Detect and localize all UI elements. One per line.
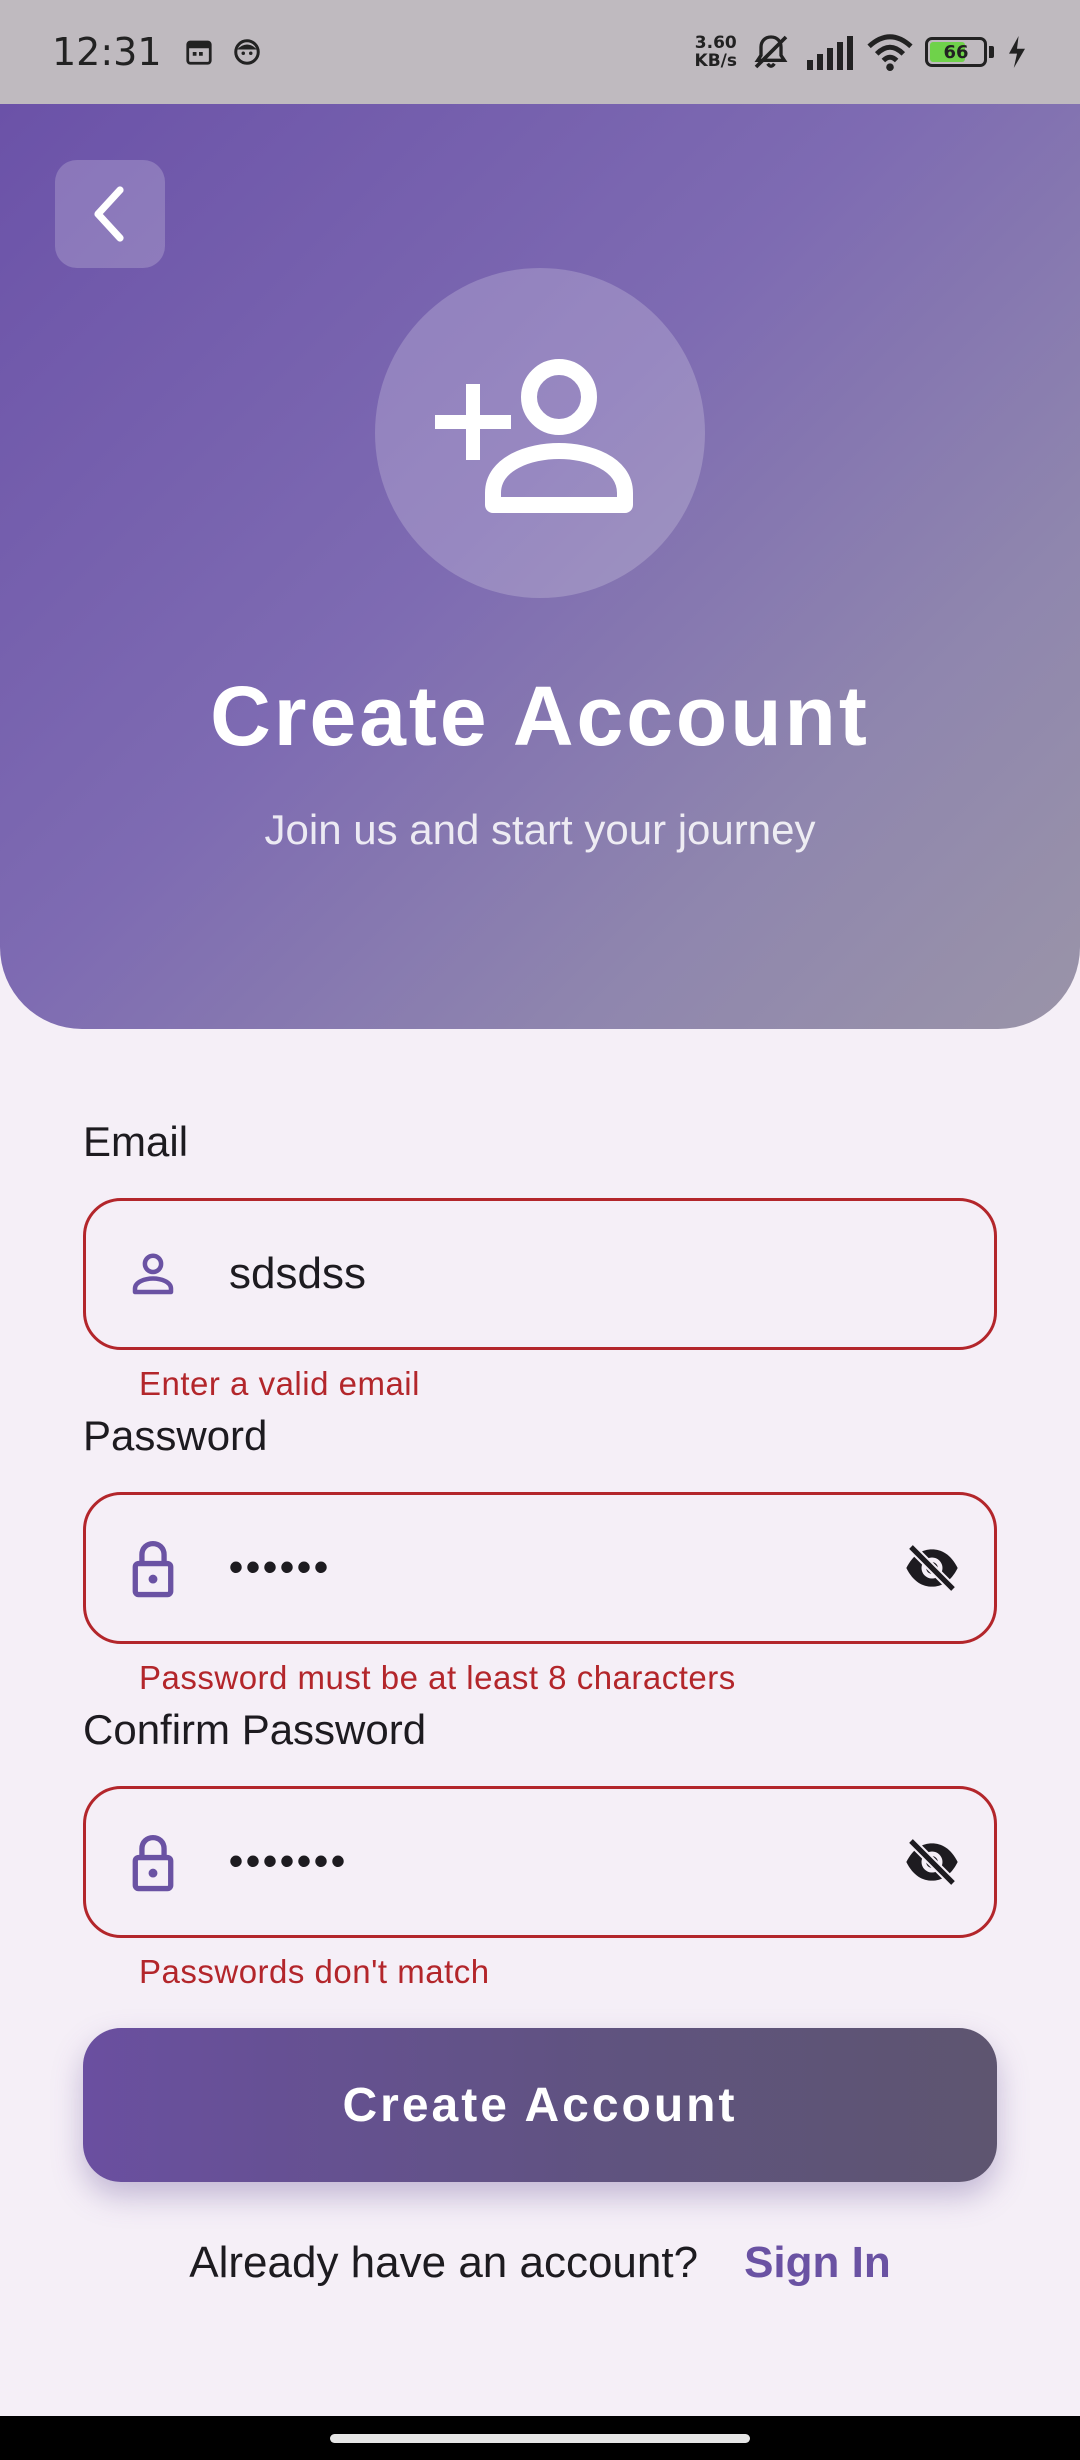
password-error: Password must be at least 8 characters — [139, 1659, 736, 1696]
navigation-bar — [0, 2416, 1080, 2460]
muted-bell-icon — [754, 35, 788, 69]
calendar-icon — [185, 40, 212, 65]
email-value: sdsdss — [229, 1249, 366, 1298]
charging-icon — [1009, 36, 1025, 68]
status-notification-icons — [184, 37, 262, 67]
status-bar: 12:31 3.60 KB/s 66 — [0, 0, 1080, 104]
battery-level: 66 — [943, 41, 969, 63]
status-time: 12:31 — [52, 30, 162, 74]
visibility-off-icon[interactable] — [900, 1540, 964, 1596]
confirm-password-value: ••••••• — [229, 1839, 349, 1884]
signin-prompt: Already have an account? — [189, 2238, 699, 2287]
password-field[interactable]: •••••• — [83, 1492, 997, 1644]
home-indicator[interactable] — [330, 2434, 750, 2443]
face-icon — [233, 39, 260, 65]
confirm-password-error: Passwords don't match — [139, 1953, 490, 1990]
password-value: •••••• — [229, 1545, 332, 1590]
person-add-icon — [435, 359, 633, 513]
confirm-password-label: Confirm Password — [83, 1706, 427, 1753]
lock-icon — [132, 1540, 174, 1598]
visibility-off-icon[interactable] — [900, 1834, 964, 1890]
email-field[interactable]: sdsdss — [83, 1198, 997, 1350]
signin-row: Already have an account? Sign In — [0, 2238, 1080, 2288]
person-icon — [132, 1253, 174, 1295]
network-speed: 3.60 KB/s — [695, 34, 737, 70]
back-arrow-icon — [94, 186, 124, 242]
network-speed-unit: KB/s — [694, 51, 737, 71]
network-speed-value: 3.60 — [694, 33, 737, 53]
page-subtitle: Join us and start your journey — [264, 806, 816, 853]
sign-in-link[interactable]: Sign In — [744, 2238, 891, 2288]
create-account-button[interactable]: Create Account — [83, 2028, 997, 2182]
email-label: Email — [83, 1118, 189, 1165]
lock-icon — [132, 1834, 174, 1892]
back-button[interactable] — [55, 160, 165, 268]
battery-cap — [989, 46, 994, 58]
wifi-icon — [867, 34, 913, 71]
confirm-password-field[interactable]: ••••••• — [83, 1786, 997, 1938]
email-error: Enter a valid email — [139, 1365, 420, 1402]
avatar — [375, 268, 705, 598]
password-label: Password — [83, 1412, 268, 1459]
battery-icon: 66 — [925, 37, 987, 67]
status-system-icons: 3.60 KB/s 66 — [695, 32, 1028, 72]
page-title: Create Account — [210, 669, 870, 763]
signal-icon — [807, 36, 853, 70]
